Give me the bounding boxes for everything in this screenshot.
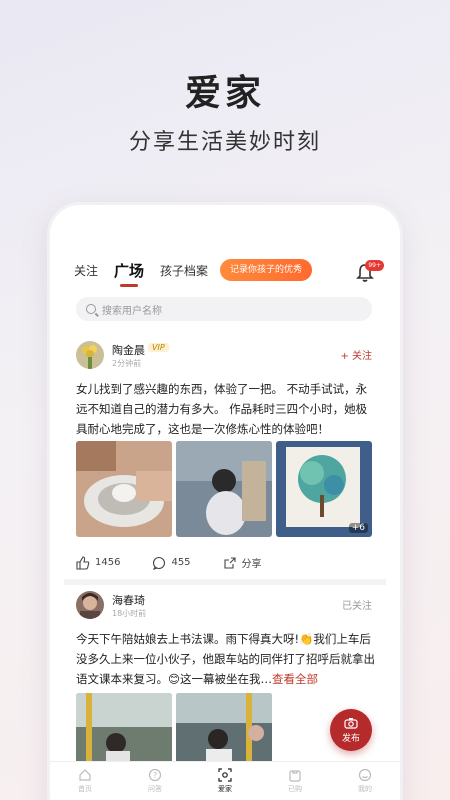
nav-home[interactable]: 首页 <box>50 762 120 800</box>
thumbs-up-icon <box>76 555 90 570</box>
hero-subtitle: 分享生活美妙时刻 <box>128 130 321 155</box>
notification-count: 99+ <box>365 260 384 271</box>
post-text: 女儿找到了感兴趣的东西，体验了一把。 不动手试试，永远不知道自己的潜力有多大。 … <box>76 382 368 436</box>
follow-button[interactable]: + 关注 <box>340 347 372 362</box>
nav-qa-label: 问答 <box>148 785 162 793</box>
tab-following[interactable]: 关注 <box>74 262 98 279</box>
post-text-body: 今天下午陪姑娘去上书法课。雨下得真大呀!👏我们上车后没多久上来一位小伙子，他跟车… <box>76 632 375 686</box>
nav-aijia-label: 爱家 <box>218 785 232 793</box>
bag-icon <box>289 770 301 782</box>
post-time: 2分钟前 <box>112 359 142 368</box>
nav-aijia[interactable]: 爱家 <box>190 762 260 800</box>
avatar[interactable] <box>76 591 104 619</box>
user-name[interactable]: 海春琦 <box>112 592 145 608</box>
nav-purchased-label: 已购 <box>288 785 302 793</box>
like-count: 1456 <box>95 557 121 568</box>
avatar[interactable] <box>76 341 104 369</box>
publish-label: 发布 <box>341 734 360 744</box>
search-placeholder: 搜索用户名称 <box>102 305 162 317</box>
divider <box>64 579 386 585</box>
share-button[interactable]: 分享 <box>223 555 262 570</box>
followed-button[interactable]: 已关注 <box>342 597 372 612</box>
comment-icon <box>153 556 166 570</box>
camera-icon <box>344 718 358 729</box>
share-icon <box>223 556 236 569</box>
nav-mine-label: 我的 <box>358 785 372 793</box>
record-badge[interactable]: 记录你孩子的优秀 <box>220 259 313 281</box>
view-all-link[interactable]: 查看全部 <box>272 672 318 686</box>
nav-purchased[interactable]: 已购 <box>260 762 330 800</box>
post-time: 18小时前 <box>112 609 147 618</box>
post-actions: 1456 455 分享 <box>76 555 376 570</box>
post-images: +6 <box>76 441 372 537</box>
search-input[interactable]: 搜索用户名称 <box>76 297 372 321</box>
smile-icon <box>358 768 372 782</box>
tab-child-archive[interactable]: 孩子档案 <box>160 262 208 279</box>
question-icon: ? <box>148 768 162 782</box>
tree-painting-image[interactable]: +6 <box>276 441 372 537</box>
phone-frame: 关注 广场 孩子档案 记录你孩子的优秀 99+ 搜索用户名称 陶金晨 VIP 2… <box>50 205 400 800</box>
nav-home-label: 首页 <box>78 785 92 793</box>
svg-text:?: ? <box>153 771 157 780</box>
scan-icon <box>218 768 232 782</box>
comment-button[interactable]: 455 <box>152 556 191 570</box>
more-images-count: +6 <box>348 523 368 533</box>
like-button[interactable]: 1456 <box>76 555 121 570</box>
vip-badge: VIP <box>148 343 169 352</box>
user-name[interactable]: 陶金晨 <box>112 342 145 358</box>
search-icon <box>86 304 96 314</box>
tab-square[interactable]: 广场 <box>114 260 144 287</box>
pottery-image[interactable] <box>76 441 172 537</box>
comment-count: 455 <box>171 557 191 568</box>
share-label: 分享 <box>241 559 262 570</box>
painting-girl-image[interactable] <box>176 441 272 537</box>
post-text: 今天下午陪姑娘去上书法课。雨下得真大呀!👏我们上车后没多久上来一位小伙子，他跟车… <box>76 629 376 689</box>
status-strip <box>50 205 400 237</box>
home-icon <box>79 769 91 781</box>
nav-qa[interactable]: ? 问答 <box>120 762 190 800</box>
bottom-nav: 首页 ? 问答 爱家 已购 我的 <box>50 761 400 800</box>
nav-mine[interactable]: 我的 <box>330 762 400 800</box>
publish-button[interactable]: 发布 <box>330 709 372 751</box>
hero-title: 爱家 <box>184 73 265 114</box>
